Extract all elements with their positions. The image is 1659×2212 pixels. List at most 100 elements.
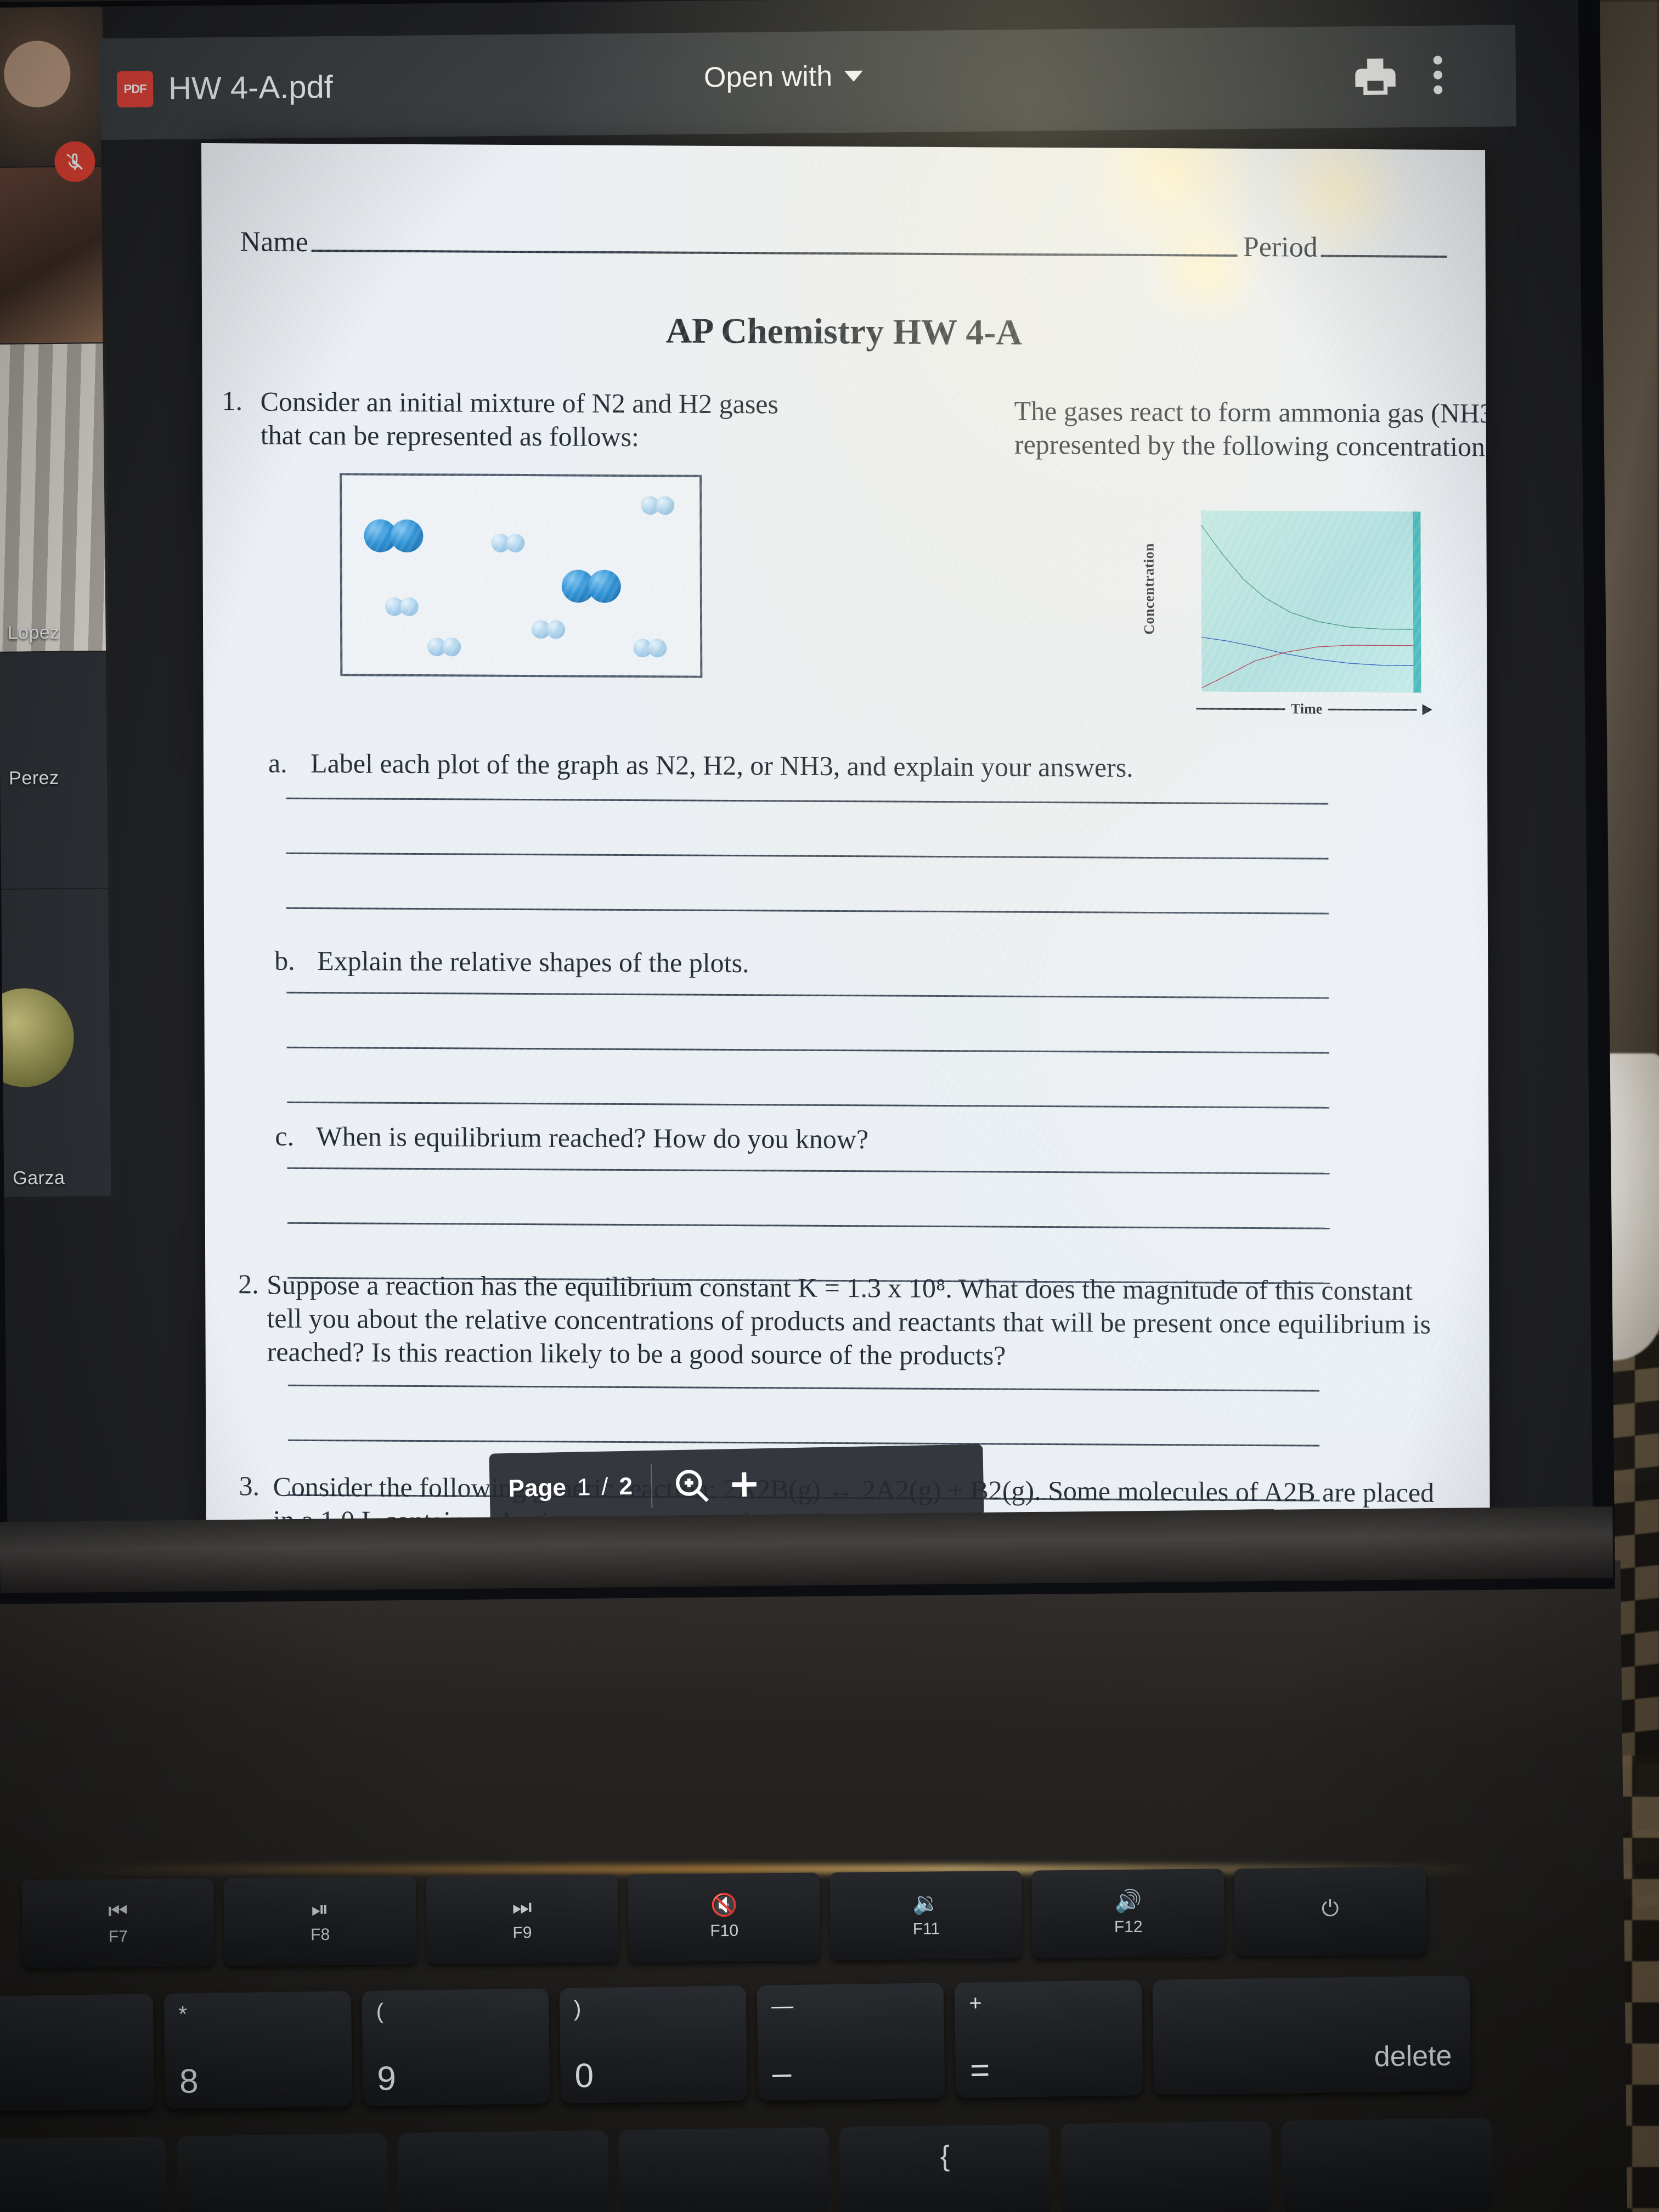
key-label: 0 (574, 2057, 594, 2095)
chart-series-svg (1201, 510, 1413, 692)
participant-tile-garza[interactable]: Garza (1, 888, 114, 1197)
more-vertical-icon (1433, 55, 1442, 65)
answer-line[interactable] (286, 797, 1329, 805)
question-1-left-text: Consider an initial mixture of N2 and H2… (260, 386, 778, 453)
key-F10[interactable]: 🔇 F10 (628, 1872, 821, 1962)
name-blank[interactable] (311, 246, 1238, 257)
answer-line[interactable] (287, 1101, 1330, 1109)
key-glyph-icon: ⏯ (311, 1897, 329, 1922)
zoom-search-icon[interactable] (670, 1464, 713, 1506)
answer-line[interactable] (287, 1222, 1330, 1229)
axis-line (1196, 707, 1285, 710)
n2-molecule (561, 569, 621, 603)
mic-muted-badge (54, 141, 95, 182)
key-glyph-icon: ⏮ (108, 1899, 128, 1923)
hydrogen-atom (656, 496, 675, 515)
key-8[interactable]: * 8 (163, 1991, 353, 2109)
key-F9[interactable]: ⏭ F9 (425, 1874, 619, 1965)
plus-icon[interactable] (723, 1463, 765, 1505)
chart-plot-area (1201, 510, 1421, 693)
key-delete[interactable]: delete (1152, 1975, 1471, 2095)
question-1b-letter: b. (274, 945, 295, 976)
keyboard-number-row[interactable]: &7*8(9)0—–+= delete (0, 1975, 1471, 2112)
open-with-button[interactable]: Open with (704, 60, 864, 94)
page-indicator[interactable]: Page 1 / 2 (489, 1472, 651, 1503)
question-1b-text: Explain the relative shapes of the plots… (317, 945, 749, 979)
key-row3[interactable] (1281, 2118, 1493, 2212)
question-2: 2. Suppose a reaction has the equilibriu… (238, 1268, 1446, 1375)
period-blank[interactable] (1321, 251, 1447, 258)
answer-line[interactable] (286, 907, 1329, 915)
question-1c-letter: c. (275, 1120, 295, 1152)
page-label: Page (508, 1474, 567, 1503)
hydrogen-atom (506, 533, 525, 553)
key-label: F9 (512, 1923, 532, 1942)
key-label: 7 (0, 2064, 1, 2103)
answer-line[interactable] (286, 991, 1329, 999)
hydrogen-atom (399, 597, 419, 617)
answer-line[interactable] (287, 1384, 1319, 1392)
participant-tile[interactable] (0, 7, 104, 167)
print-button[interactable] (1351, 52, 1400, 104)
question-1b: b. Explain the relative shapes of the pl… (274, 945, 1372, 982)
key-label: F7 (108, 1927, 128, 1946)
n2-molecule (364, 519, 424, 553)
key-F11[interactable]: 🔉 F11 (830, 1870, 1023, 1961)
zoom-controls[interactable] (652, 1463, 784, 1507)
key-7[interactable]: &7 (0, 1994, 155, 2112)
key-9[interactable]: (9 (362, 1988, 550, 2107)
key-label: delete (1374, 2040, 1452, 2073)
pdf-file-name: HW 4-A.pdf (168, 69, 334, 106)
pdf-document-page[interactable]: Name Period AP Chemistry HW 4-A 1. Consi… (201, 143, 1490, 1538)
nitrogen-atom (390, 519, 424, 553)
key-F8[interactable]: ⏯ F8 (223, 1876, 417, 1966)
key-row3[interactable] (618, 2127, 830, 2212)
key-label: F10 (710, 1921, 739, 1940)
h2-molecule (641, 496, 675, 515)
key-–[interactable]: — – (757, 1983, 945, 2101)
pdf-viewer-overlay[interactable]: PDF HW 4-A.pdf Open with Name Period AP … (100, 25, 1530, 1538)
key-0[interactable]: ) 0 (559, 1985, 748, 2104)
key-row3[interactable] (176, 2133, 388, 2212)
chart-y-axis-label: Concentration (1141, 543, 1158, 635)
h2-molecule (633, 639, 667, 658)
participant-tile-lopez[interactable]: Lopez (0, 343, 109, 652)
answer-line[interactable] (288, 1439, 1320, 1447)
hydrogen-atom (648, 639, 667, 658)
key-F7[interactable]: ⏮ F7 (21, 1878, 215, 1968)
key-label: 9 (376, 2059, 397, 2098)
photo-scene: Lopez Perez Garza PDF HW 4-A.pdf Open wi… (0, 0, 1659, 2212)
key-row3[interactable] (0, 2136, 167, 2212)
question-1c: c. When is equilibrium reached? How do y… (275, 1120, 1372, 1158)
key-glyph-icon: 🔉 (912, 1891, 940, 1916)
chart-series-NH3 (1201, 645, 1413, 689)
key-F12[interactable]: 🔊 F12 (1031, 1869, 1225, 1959)
key-label: F8 (311, 1925, 330, 1944)
key-row3[interactable] (1060, 2121, 1272, 2212)
participant-tile-perez[interactable]: Perez (0, 651, 111, 889)
period-label: Period (1243, 231, 1318, 263)
avatar (1, 988, 75, 1088)
chart-x-axis: Time (1196, 700, 1432, 718)
chevron-down-icon (844, 70, 864, 82)
answer-line[interactable] (286, 852, 1329, 860)
key-label: F11 (912, 1920, 940, 1938)
more-options-button[interactable] (1433, 50, 1443, 100)
key-row3[interactable]: { (839, 2124, 1051, 2212)
participant-tile[interactable] (0, 167, 106, 343)
molecule-diagram-box (340, 473, 703, 678)
key-row3[interactable] (397, 2130, 609, 2212)
question-1-right-text: The gases react to form ammonia gas (NH3… (1014, 395, 1490, 462)
key-glyph-icon: 🔇 (710, 1893, 738, 1918)
key-=[interactable]: + = (954, 1980, 1143, 2098)
key-power[interactable]: ⏻ (1233, 1866, 1427, 1957)
google-meet-window[interactable]: Lopez Perez Garza PDF HW 4-A.pdf Open wi… (0, 0, 1593, 1538)
key-label: F12 (1114, 1917, 1143, 1937)
question-1a-letter: a. (268, 747, 287, 778)
h2-molecule (385, 597, 419, 617)
answer-line[interactable] (286, 1046, 1329, 1054)
key-glyph-icon: ⏻ (1321, 1897, 1339, 1921)
keyboard-function-row[interactable]: ⏮ F7 ⏯ F8 ⏭ F9 🔇 F10 🔉 F11 🔊 F12 ⏻ (21, 1866, 1427, 1968)
answer-line[interactable] (287, 1167, 1330, 1175)
key-shift-label: * (178, 2002, 188, 2027)
